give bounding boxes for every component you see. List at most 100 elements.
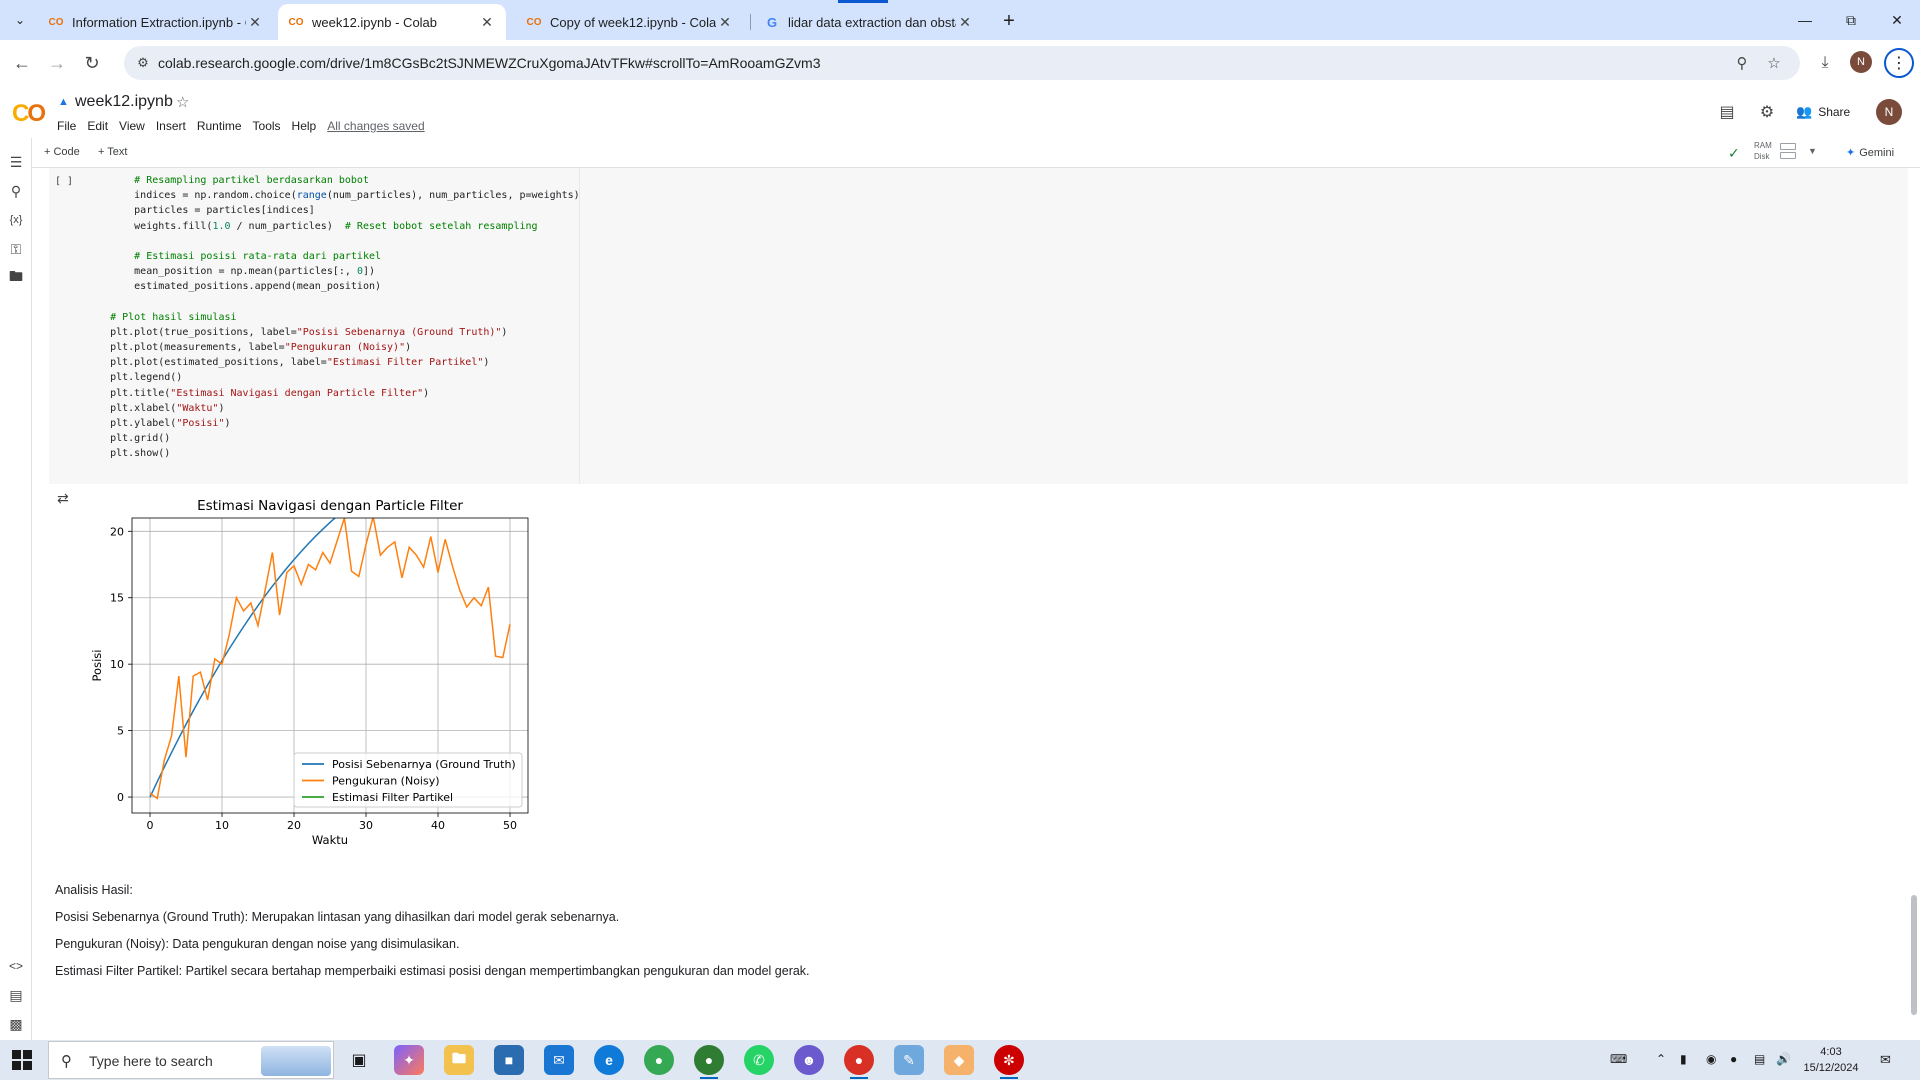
menu-insert[interactable]: Insert [156, 119, 186, 133]
new-tab-button[interactable]: + [996, 8, 1022, 34]
chrome-profile-icon[interactable]: ● [694, 1045, 724, 1079]
tab-lidar-search[interactable]: G lidar data extraction dan obstac ✕ [754, 4, 984, 40]
terminal-icon[interactable]: ▩ [6, 1014, 26, 1034]
tab-information-extraction[interactable]: CO Information Extraction.ipynb - C ✕ [38, 4, 274, 40]
save-status[interactable]: All changes saved [327, 119, 424, 133]
analysis-ground-truth: Posisi Sebenarnya (Ground Truth): Merupa… [55, 910, 620, 924]
notebook-title[interactable]: week12.ipynb [75, 93, 173, 111]
tab-search-icon[interactable]: ⌄ [8, 8, 32, 32]
zoom-icon[interactable]: ⚲ [1732, 53, 1752, 73]
text-cell[interactable]: Analisis Hasil: Posisi Sebenarnya (Groun… [55, 882, 810, 990]
whatsapp-icon[interactable]: ✆ [744, 1045, 774, 1075]
code-line: weights.fill(1.0 / num_particles) # Rese… [86, 220, 538, 232]
star-icon[interactable]: ☆ [176, 93, 189, 111]
code-line: plt.legend() [86, 372, 183, 384]
code-snippets-icon[interactable]: <> [6, 956, 26, 976]
x-tick-label: 20 [287, 819, 301, 832]
code-text[interactable]: # Resampling partikel berdasarkan bobot … [86, 173, 580, 462]
share-button[interactable]: 👥 Share [1796, 100, 1850, 124]
keyboard-icon[interactable]: ⌨ [1610, 1052, 1627, 1066]
colab-logo[interactable]: CO [12, 100, 46, 128]
volume-icon[interactable]: 🔊 [1776, 1052, 1791, 1066]
file-explorer-icon[interactable]: 🖿 [444, 1045, 474, 1075]
microphone-icon[interactable]: ● [1730, 1052, 1737, 1066]
windows-start-icon[interactable] [12, 1050, 32, 1070]
mail-icon[interactable]: ✉ [544, 1045, 574, 1075]
minimize-icon[interactable]: — [1782, 0, 1828, 40]
close-icon[interactable]: ✕ [716, 13, 734, 31]
search-icon[interactable]: ⚲ [6, 181, 26, 201]
code-cell[interactable]: [ ] # Resampling partikel berdasarkan bo… [49, 168, 1908, 484]
connected-check-icon: ✓ [1728, 145, 1740, 161]
discord-icon[interactable]: ☻ [794, 1045, 824, 1075]
network-icon[interactable]: ▤ [1754, 1052, 1765, 1066]
address-bar[interactable]: ⚙ colab.research.google.com/drive/1m8CGs… [124, 46, 1800, 80]
gemini-button[interactable]: ✦ Gemini [1846, 146, 1894, 159]
close-icon[interactable]: ✕ [478, 13, 496, 31]
camera-icon[interactable]: ◉ [1706, 1052, 1716, 1066]
close-icon[interactable]: ✕ [246, 13, 264, 31]
scrollbar[interactable] [1911, 895, 1917, 1015]
tab-title: week12.ipynb - Colab [312, 14, 438, 30]
site-info-icon[interactable]: ⚙ [134, 54, 152, 72]
task-view-icon[interactable]: ▣ [344, 1045, 374, 1075]
restore-icon[interactable]: ⧉ [1828, 0, 1874, 40]
menu-tools[interactable]: Tools [253, 119, 281, 133]
microsoft-store-icon[interactable]: ■ [494, 1045, 524, 1075]
notification-icon[interactable]: ✉ [1880, 1052, 1891, 1068]
settings-gear-icon[interactable]: ⚙ [1756, 101, 1778, 123]
table-of-contents-icon[interactable]: ☰ [6, 152, 26, 172]
output-actions-icon[interactable]: ⇄ [57, 490, 75, 506]
y-tick-label: 15 [110, 592, 124, 605]
close-window-icon[interactable]: ✕ [1874, 0, 1920, 40]
tab-copy-of-week12[interactable]: CO Copy of week12.ipynb - Colab ✕ [516, 4, 744, 40]
chevron-down-icon[interactable]: ▼ [1808, 146, 1817, 156]
taskbar-clock[interactable]: 4:03 15/12/2024 [1800, 1044, 1862, 1076]
bookmark-star-icon[interactable]: ☆ [1764, 53, 1784, 73]
close-icon[interactable]: ✕ [956, 13, 974, 31]
disk-label: Disk [1754, 152, 1770, 161]
code-editor[interactable]: [ ] # Resampling partikel berdasarkan bo… [49, 168, 580, 484]
notepad-icon[interactable]: ✎ [894, 1045, 924, 1075]
clock-date: 15/12/2024 [1803, 1062, 1859, 1074]
menu-runtime[interactable]: Runtime [197, 119, 242, 133]
copilot-icon[interactable]: ✦ [394, 1045, 424, 1075]
reload-icon[interactable]: ↻ [78, 49, 106, 77]
resource-meters[interactable] [1780, 143, 1796, 161]
battery-icon[interactable]: ▮ [1680, 1052, 1687, 1066]
command-palette-icon[interactable]: ▤ [6, 985, 26, 1005]
download-icon[interactable]: ⤓ [1812, 50, 1838, 76]
bug-app-icon[interactable]: ✼ [994, 1045, 1024, 1079]
run-cell-button[interactable]: [ ] [55, 176, 73, 187]
files-folder-icon[interactable]: 🖿 [6, 268, 26, 288]
code-line: plt.plot(measurements, label="Pengukuran… [86, 342, 412, 354]
add-code-button[interactable]: + Code [44, 146, 80, 158]
menu-edit[interactable]: Edit [87, 119, 108, 133]
tab-week12[interactable]: CO week12.ipynb - Colab ✕ [278, 4, 506, 40]
add-text-button[interactable]: + Text [98, 146, 127, 158]
chrome-active-icon[interactable]: ● [844, 1045, 874, 1079]
chrome-icon[interactable]: ● [644, 1045, 674, 1075]
back-icon[interactable]: ← [8, 49, 36, 77]
taskbar-search-input[interactable]: ⚲ Type here to search [48, 1041, 334, 1079]
analysis-estimation: Estimasi Filter Partikel: Partikel secar… [55, 964, 810, 978]
menu-view[interactable]: View [119, 119, 145, 133]
legend-label: Estimasi Filter Partikel [332, 791, 453, 804]
variables-icon[interactable]: {x} [6, 210, 26, 230]
menu-file[interactable]: File [57, 119, 76, 133]
show-hidden-icons[interactable]: ⌃ [1656, 1052, 1666, 1066]
profile-avatar[interactable]: N [1850, 51, 1872, 73]
menu-help[interactable]: Help [292, 119, 317, 133]
code-line: plt.title("Estimasi Navigasi dengan Part… [86, 387, 430, 399]
secrets-key-icon[interactable]: ⚿ [6, 239, 26, 259]
tab-title: Information Extraction.ipynb - C [72, 14, 246, 30]
browser-toolbar: ← → ↻ ⚙ colab.research.google.com/drive/… [0, 40, 1920, 86]
browser-menu-icon[interactable]: ⋮ [1884, 48, 1914, 78]
resource-labels[interactable]: RAM Disk [1754, 140, 1772, 162]
comments-icon[interactable]: ▤ [1716, 101, 1738, 123]
forward-icon[interactable]: → [43, 49, 71, 77]
app-icon[interactable]: ◆ [944, 1045, 974, 1075]
user-avatar[interactable]: N [1876, 99, 1902, 125]
edge-icon[interactable]: e [594, 1045, 624, 1075]
